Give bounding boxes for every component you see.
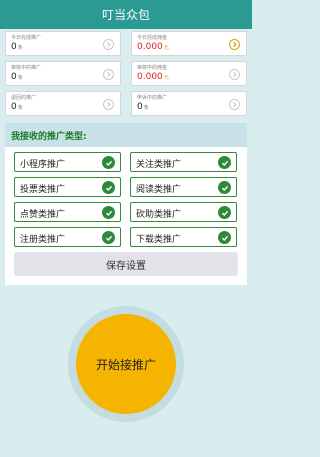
type-item-bargain[interactable]: 砍助类推广 xyxy=(130,202,237,222)
stat-label: 今日完成佣金 xyxy=(137,35,168,41)
stat-value: 0条 xyxy=(11,42,23,52)
stat-appealing-promotions[interactable]: 申诉中的推广 0条 xyxy=(131,91,247,116)
promotion-types-panel: 我接收的推广类型: 小程序推广 关注类推广 投票类推广 阅读类推广 点赞类推广 … xyxy=(5,123,247,285)
type-item-mini-program[interactable]: 小程序推广 xyxy=(14,152,121,172)
stat-today-promotions[interactable]: 今日完成推广 0条 xyxy=(5,31,121,56)
chevron-right-icon[interactable] xyxy=(229,69,240,80)
type-label: 砍助类推广 xyxy=(136,210,182,220)
chevron-right-icon[interactable] xyxy=(103,99,114,110)
promotion-types-title: 我接收的推广类型: xyxy=(5,123,247,147)
stat-value: 0条 xyxy=(11,102,23,112)
stat-label: 审核中的佣金 xyxy=(137,65,168,71)
check-icon[interactable] xyxy=(102,206,115,219)
stat-today-commission[interactable]: 今日完成佣金 0.000元 xyxy=(131,31,247,56)
type-label: 注册类推广 xyxy=(20,235,66,245)
type-label: 投票类推广 xyxy=(20,185,66,195)
stat-value: 0.000元 xyxy=(137,42,169,52)
app-header: 叮当众包 xyxy=(0,0,252,29)
type-label: 关注类推广 xyxy=(136,160,182,170)
check-icon[interactable] xyxy=(102,156,115,169)
stat-label: 今日完成推广 xyxy=(11,35,42,41)
chevron-right-icon[interactable] xyxy=(229,99,240,110)
check-icon[interactable] xyxy=(102,181,115,194)
check-icon[interactable] xyxy=(218,181,231,194)
type-item-register[interactable]: 注册类推广 xyxy=(14,227,121,247)
chevron-right-icon[interactable] xyxy=(103,69,114,80)
type-item-vote[interactable]: 投票类推广 xyxy=(14,177,121,197)
start-accepting-button[interactable]: 开始接推广 xyxy=(76,314,176,414)
stat-returned-promotions[interactable]: 退回的推广 0条 xyxy=(5,91,121,116)
stats-grid: 今日完成推广 0条 今日完成佣金 0.000元 审核中的推广 0条 审核中的佣金… xyxy=(0,29,252,120)
type-label: 小程序推广 xyxy=(20,160,66,170)
stat-label: 退回的推广 xyxy=(11,95,37,101)
type-label: 下载类推广 xyxy=(136,235,182,245)
type-label: 点赞类推广 xyxy=(20,210,66,220)
type-item-read[interactable]: 阅读类推广 xyxy=(130,177,237,197)
stat-value: 0条 xyxy=(11,72,23,82)
type-item-download[interactable]: 下载类推广 xyxy=(130,227,237,247)
stat-value: 0.000元 xyxy=(137,72,169,82)
check-icon[interactable] xyxy=(218,206,231,219)
save-settings-button[interactable]: 保存设置 xyxy=(14,252,238,276)
check-icon[interactable] xyxy=(102,231,115,244)
type-item-follow[interactable]: 关注类推广 xyxy=(130,152,237,172)
app-title: 叮当众包 xyxy=(101,8,150,22)
stat-reviewing-commission[interactable]: 审核中的佣金 0.000元 xyxy=(131,61,247,86)
check-icon[interactable] xyxy=(218,156,231,169)
type-label: 阅读类推广 xyxy=(136,185,182,195)
stat-label: 审核中的推广 xyxy=(11,65,42,71)
chevron-right-icon[interactable] xyxy=(103,39,114,50)
check-icon[interactable] xyxy=(218,231,231,244)
start-button-label: 开始接推广 xyxy=(95,357,156,372)
chevron-right-icon[interactable] xyxy=(229,39,240,50)
type-item-like[interactable]: 点赞类推广 xyxy=(14,202,121,222)
stat-value: 0条 xyxy=(137,102,149,112)
stat-label: 申诉中的推广 xyxy=(137,95,168,101)
stat-reviewing-promotions[interactable]: 审核中的推广 0条 xyxy=(5,61,121,86)
